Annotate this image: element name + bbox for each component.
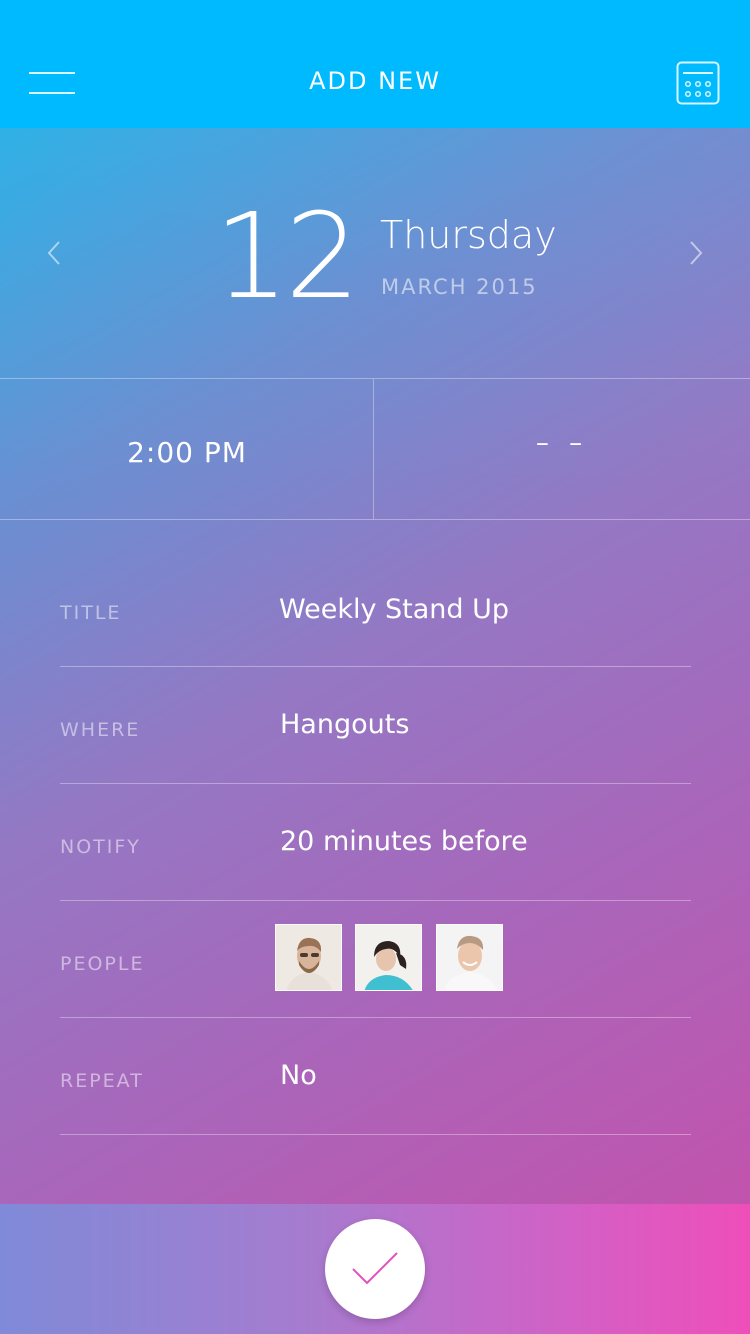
confirm-button[interactable] (325, 1219, 425, 1319)
where-field[interactable]: WHERE Hangouts (60, 667, 691, 784)
notify-value: 20 minutes before (280, 826, 528, 857)
start-time-field[interactable]: 2:00 PM (0, 379, 374, 519)
day-number: 12 (214, 187, 360, 325)
notify-field[interactable]: NOTIFY 20 minutes before (60, 784, 691, 901)
title-label: TITLE (60, 602, 122, 624)
repeat-value: No (280, 1060, 317, 1091)
end-time-value: – – (535, 428, 589, 458)
weekday-label: Thursday (380, 213, 557, 257)
chevron-right-icon (690, 241, 703, 265)
top-bar: ADD NEW (0, 0, 750, 128)
previous-day-button[interactable] (40, 238, 70, 268)
repeat-field[interactable]: REPEAT No (60, 1018, 691, 1135)
person-1-avatar[interactable] (275, 924, 342, 991)
footer-bar (0, 1204, 750, 1334)
next-day-button[interactable] (680, 238, 710, 268)
person-2-avatar[interactable] (355, 924, 422, 991)
calendar-button[interactable] (676, 61, 720, 105)
chevron-left-icon (47, 241, 60, 265)
people-label: PEOPLE (60, 953, 145, 975)
where-value: Hangouts (280, 709, 410, 740)
title-field[interactable]: TITLE Weekly Stand Up (60, 550, 691, 667)
calendar-icon (676, 61, 720, 105)
event-form-panel: 12 Thursday MARCH 2015 2:00 PM – – TITLE… (0, 128, 750, 1204)
checkmark-icon (352, 1252, 398, 1285)
title-value: Weekly Stand Up (279, 594, 510, 625)
start-time-value: 2:00 PM (127, 436, 247, 469)
person-3-avatar[interactable] (436, 924, 503, 991)
time-selector: 2:00 PM – – (0, 378, 750, 520)
people-field[interactable]: PEOPLE (60, 901, 691, 1018)
repeat-label: REPEAT (60, 1070, 144, 1092)
page-title: ADD NEW (309, 67, 441, 95)
end-time-field[interactable]: – – (374, 379, 750, 519)
notify-label: NOTIFY (60, 836, 141, 858)
where-label: WHERE (60, 719, 141, 741)
month-year-label: MARCH 2015 (381, 275, 538, 299)
